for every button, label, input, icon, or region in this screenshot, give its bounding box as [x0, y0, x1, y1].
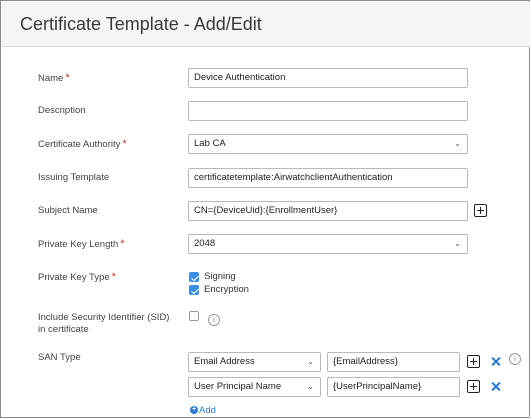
- certificate-authority-select[interactable]: Lab CA ⌄: [188, 134, 468, 154]
- header-divider: [2, 46, 530, 47]
- private-key-length-label: Private Key Length *: [38, 238, 125, 250]
- signing-label: Signing: [204, 271, 236, 282]
- page-title: Certificate Template - Add/Edit: [20, 14, 262, 34]
- info-icon[interactable]: i: [509, 353, 521, 365]
- plus-circle-icon: +: [190, 406, 198, 415]
- include-sid-checkbox[interactable]: [189, 311, 199, 321]
- san-value-input[interactable]: {UserPrincipalName}: [327, 377, 460, 397]
- required-marker: *: [120, 238, 125, 250]
- plus-square-icon[interactable]: [467, 355, 480, 368]
- info-icon[interactable]: i: [208, 314, 220, 326]
- x-icon[interactable]: [490, 356, 501, 367]
- name-input[interactable]: Device Authentication: [188, 68, 468, 88]
- add-san-link[interactable]: + Add: [190, 405, 216, 416]
- san-type-select[interactable]: User Principal Name ⌄: [188, 377, 321, 397]
- certificate-authority-label: Certificate Authority *: [38, 138, 127, 150]
- description-label: Description: [38, 105, 86, 116]
- encryption-label: Encryption: [204, 284, 249, 295]
- plus-square-icon[interactable]: [467, 380, 480, 393]
- chevron-down-icon: ⌄: [307, 357, 314, 366]
- issuing-template-label: Issuing Template: [38, 172, 110, 183]
- subject-name-input[interactable]: CN={DeviceUid}:{EnrollmentUser}: [188, 201, 468, 221]
- name-label: Name *: [38, 72, 70, 84]
- required-marker: *: [122, 138, 127, 150]
- subject-name-label: Subject Name: [38, 205, 98, 216]
- san-type-value: Email Address: [194, 356, 255, 367]
- required-marker: *: [65, 72, 70, 84]
- private-key-length-select[interactable]: 2048 ⌄: [188, 234, 468, 254]
- include-sid-label: Include Security Identifier (SID) in cer…: [38, 312, 170, 335]
- encryption-checkbox[interactable]: [189, 285, 199, 295]
- plus-square-icon[interactable]: [474, 204, 487, 217]
- dialog-header: Certificate Template - Add/Edit: [2, 2, 530, 46]
- chevron-down-icon: ⌄: [307, 382, 314, 391]
- issuing-template-input[interactable]: certificatetemplate:AirwatchclientAuthen…: [188, 168, 468, 188]
- private-key-type-label: Private Key Type *: [38, 271, 116, 283]
- required-marker: *: [111, 271, 116, 283]
- certificate-authority-value: Lab CA: [194, 138, 226, 149]
- signing-checkbox[interactable]: [189, 272, 199, 282]
- chevron-down-icon: ⌄: [454, 239, 461, 248]
- chevron-down-icon: ⌄: [454, 139, 461, 148]
- private-key-length-value: 2048: [194, 238, 216, 249]
- san-type-value: User Principal Name: [194, 381, 282, 392]
- description-input[interactable]: [188, 101, 468, 121]
- add-san-label: Add: [199, 405, 216, 416]
- san-type-label: SAN Type: [38, 352, 81, 363]
- x-icon[interactable]: [490, 381, 501, 392]
- san-type-select[interactable]: Email Address ⌄: [188, 352, 321, 372]
- san-value-input[interactable]: {EmailAddress}: [327, 352, 460, 372]
